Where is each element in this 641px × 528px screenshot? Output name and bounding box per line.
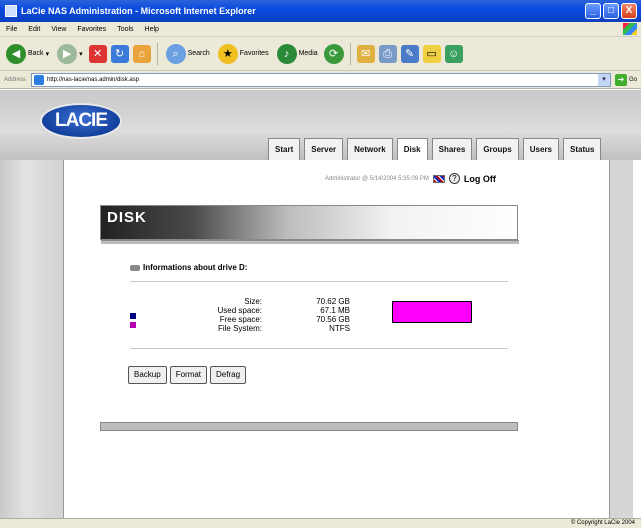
media-icon: ♪ <box>276 43 297 64</box>
logoff-link[interactable]: Log Off <box>464 174 496 184</box>
browser-toolbar: ◀ Back ▾ ▶ ▾ ✕ ↻ ⌂ ⌕ Search ★ Favorites … <box>0 37 641 71</box>
right-gutter <box>609 160 633 518</box>
tab-users[interactable]: Users <box>522 138 560 160</box>
window-title-bar: LaCie NAS Administration - Microsoft Int… <box>0 0 641 22</box>
media-button[interactable]: ♪ Media <box>275 42 320 66</box>
address-input[interactable]: http://nas-lacie/nas.admin/disk.asp ▾ <box>31 72 612 87</box>
used-space-swatch <box>130 313 136 319</box>
menu-bar: File Edit View Favorites Tools Help <box>0 22 641 37</box>
search-label: Search <box>187 50 210 57</box>
tab-groups[interactable]: Groups <box>476 138 519 160</box>
help-icon[interactable]: ? <box>448 173 460 184</box>
star-icon: ★ <box>217 43 238 64</box>
forward-button[interactable]: ▶ ▾ <box>55 42 85 66</box>
defrag-button[interactable]: Defrag <box>210 366 247 384</box>
lacie-logo: LACIE <box>40 103 122 139</box>
tab-server[interactable]: Server <box>304 138 344 160</box>
site-header: LACIE Start Server Network Disk Shares G… <box>0 90 641 160</box>
size-value: 70.62 GB <box>316 297 350 306</box>
page-title: DISK <box>107 209 147 226</box>
address-url: http://nas-lacie/nas.admin/disk.asp <box>47 76 140 83</box>
free-space-swatch <box>130 322 136 328</box>
uk-flag-icon[interactable] <box>432 174 445 183</box>
close-button[interactable]: X <box>621 3 637 19</box>
window-title: LaCie NAS Administration - Microsoft Int… <box>21 6 256 16</box>
mail-icon[interactable]: ✉ <box>356 44 375 63</box>
address-bar: Address http://nas-lacie/nas.admin/disk.… <box>0 71 641 89</box>
refresh-icon[interactable]: ↻ <box>110 44 129 63</box>
back-button[interactable]: ◀ Back ▾ <box>4 42 51 66</box>
format-button[interactable]: Format <box>169 366 208 384</box>
chevron-down-icon: ▾ <box>79 50 83 58</box>
section-header: DISK <box>100 205 519 244</box>
page-icon <box>34 74 45 85</box>
drive-info-title: Informations about drive D: <box>130 263 247 272</box>
free-space-label: Free space: <box>219 315 262 324</box>
media-label: Media <box>298 50 318 57</box>
edit-icon[interactable]: ✎ <box>400 44 419 63</box>
menu-help[interactable]: Help <box>145 26 159 33</box>
user-timestamp: Administrator @ 5/14/2004 5:35:09 PM <box>325 175 429 182</box>
header-underline <box>101 240 519 244</box>
toolbar-separator <box>349 42 351 65</box>
disk-usage-bar <box>392 301 472 323</box>
used-space-value: 67.1 MB <box>320 306 350 315</box>
section-footer-bar <box>100 422 518 431</box>
drive-info-label: Informations about drive D: <box>143 263 248 272</box>
menu-edit[interactable]: Edit <box>28 26 40 33</box>
chevron-down-icon: ▾ <box>45 50 50 58</box>
go-arrow-icon: ➔ <box>615 73 628 86</box>
chevron-down-icon[interactable]: ▾ <box>598 73 611 86</box>
left-gutter <box>0 160 64 518</box>
used-space-label: Used space: <box>217 306 262 315</box>
tab-status[interactable]: Status <box>563 138 602 160</box>
back-label: Back <box>28 50 44 57</box>
file-system-label: File System: <box>217 324 262 333</box>
menu-file[interactable]: File <box>6 26 17 33</box>
menu-favorites[interactable]: Favorites <box>77 26 106 33</box>
divider <box>130 281 508 282</box>
status-bar: © Copyright LaCie 2004 <box>0 518 641 528</box>
tab-start[interactable]: Start <box>268 138 301 160</box>
forward-arrow-icon: ▶ <box>57 43 78 64</box>
home-icon[interactable]: ⌂ <box>132 44 151 63</box>
tab-disk[interactable]: Disk <box>396 138 428 160</box>
windows-logo-icon <box>623 23 637 35</box>
maximize-button[interactable]: □ <box>603 3 619 19</box>
stop-icon[interactable]: ✕ <box>88 44 107 63</box>
toolbar-separator <box>156 42 158 65</box>
window-controls: _ □ X <box>585 3 637 19</box>
nav-tabs: Start Server Network Disk Shares Groups … <box>268 138 602 160</box>
ie-page-icon <box>5 5 17 17</box>
messenger-icon[interactable]: ☺ <box>444 44 463 63</box>
favorites-button[interactable]: ★ Favorites <box>216 42 271 66</box>
search-button[interactable]: ⌕ Search <box>164 42 212 66</box>
menu-view[interactable]: View <box>51 26 66 33</box>
file-system-value: NTFS <box>329 324 350 333</box>
backup-button[interactable]: Backup <box>128 366 167 384</box>
search-icon: ⌕ <box>165 43 186 64</box>
go-label: Go <box>629 76 638 83</box>
size-label: Size: <box>244 297 262 306</box>
minimize-button[interactable]: _ <box>585 3 601 19</box>
free-space-value: 70.56 GB <box>316 315 350 324</box>
folder-icon[interactable]: ▭ <box>422 44 441 63</box>
history-icon[interactable]: ⟳ <box>323 43 344 64</box>
page-content: LACIE Start Server Network Disk Shares G… <box>0 90 641 518</box>
drive-icon <box>130 264 140 271</box>
user-status: Administrator @ 5/14/2004 5:35:09 PM ? L… <box>325 173 496 184</box>
print-icon[interactable]: ⎙ <box>378 44 397 63</box>
back-arrow-icon: ◀ <box>6 43 26 64</box>
tab-shares[interactable]: Shares <box>431 138 473 160</box>
go-button[interactable]: ➔ Go <box>615 73 638 86</box>
address-label: Address <box>4 76 27 83</box>
menu-tools[interactable]: Tools <box>117 26 133 33</box>
tab-network[interactable]: Network <box>347 138 393 160</box>
disk-actions: Backup Format Defrag <box>128 366 247 384</box>
divider <box>130 348 508 349</box>
copyright-text: © Copyright LaCie 2004 <box>570 520 635 526</box>
favorites-label: Favorites <box>239 50 269 57</box>
